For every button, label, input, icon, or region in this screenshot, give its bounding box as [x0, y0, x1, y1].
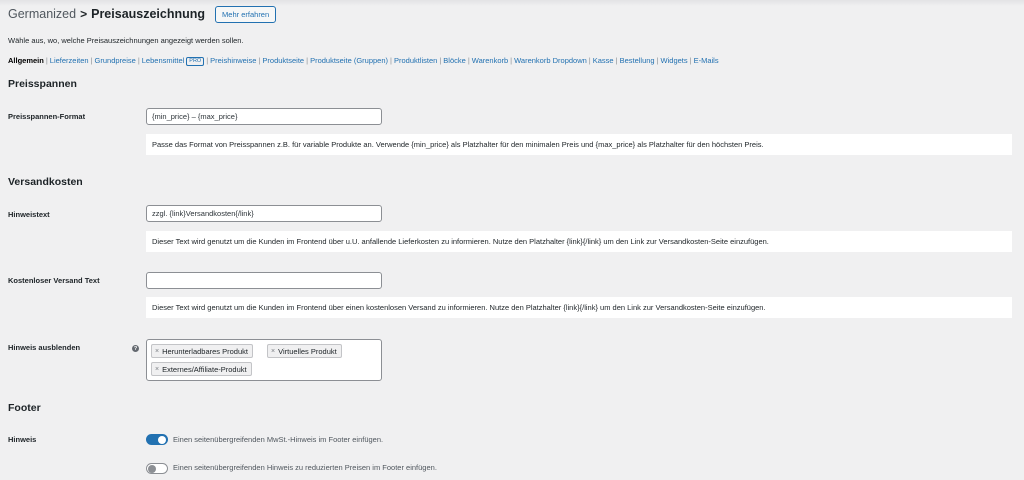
description-text: Passe das Format von Preisspannen z.B. f…	[152, 140, 764, 149]
subnav-item-blöcke[interactable]: Blöcke	[443, 56, 466, 65]
subnav-separator: |	[615, 56, 618, 66]
shipping-notice-description: Dieser Text wird genutzt um die Kunden i…	[146, 231, 1012, 252]
subnav-separator: |	[306, 56, 309, 66]
price-range-format-description: Passe das Format von Preisspannen z.B. f…	[146, 134, 1012, 155]
subnav-item-label: Kasse	[592, 56, 614, 66]
subnav-item-label: Warenkorb Dropdown	[514, 56, 587, 66]
toggle-knob	[148, 464, 156, 473]
subnav-item-produktseite[interactable]: Produktseite	[262, 56, 304, 65]
subnav-item-label: Produktseite (Gruppen)	[310, 56, 389, 66]
subnav-item-label: E-Mails	[693, 56, 719, 66]
subnav-separator: |	[588, 56, 591, 66]
subnav-item-bestellung[interactable]: Bestellung	[620, 56, 655, 65]
settings-subnav: Allgemein | Lieferzeiten | Grundpreise | Leben…	[8, 56, 719, 66]
subnav-item-label: Lebensmittel	[141, 56, 185, 65]
section-title-footer: Footer	[8, 402, 41, 414]
vat-notice-toggle[interactable]	[146, 434, 168, 445]
vat-notice-toggle-label: Einen seitenübergreifenden MwSt.-Hinweis…	[173, 435, 384, 444]
price-range-format-label: Preisspannen-Format	[8, 112, 86, 121]
page-title: Preisauszeichnung	[91, 7, 206, 21]
help-icon[interactable]: ?	[132, 345, 139, 352]
subnav-item-warenkorb-dropdown[interactable]: Warenkorb Dropdown	[514, 56, 587, 65]
subnav-item-lebensmittel[interactable]: Lebensmittel PRO	[141, 56, 205, 66]
subnav-item-produktseite-gruppen[interactable]: Produktseite (Gruppen)	[310, 56, 388, 65]
subnav-item-allgemein[interactable]: Allgemein	[8, 56, 44, 65]
description-text: Dieser Text wird genutzt um die Kunden i…	[152, 303, 766, 312]
selected-tag[interactable]: × Virtuelles Produkt	[267, 344, 342, 358]
subnav-item-label: Blöcke	[443, 56, 466, 66]
subnav-item-widgets[interactable]: Widgets	[661, 56, 688, 65]
learn-more-button[interactable]: Mehr erfahren	[215, 5, 277, 23]
tag-label: Externes/Affiliate-Produkt	[162, 364, 247, 374]
selected-tag[interactable]: × Externes/Affiliate-Produkt	[151, 362, 252, 376]
subnav-item-produktlisten[interactable]: Produktlisten	[394, 56, 437, 65]
hide-notice-label: Hinweis ausblenden	[8, 343, 81, 352]
subnav-item-label: Widgets	[660, 56, 688, 66]
subnav-item-label: Produktseite	[262, 56, 305, 66]
remove-tag-icon[interactable]: ×	[271, 348, 275, 355]
subnav-item-warenkorb[interactable]: Warenkorb	[472, 56, 508, 65]
subnav-separator: |	[510, 56, 513, 66]
pro-badge: PRO	[186, 56, 205, 66]
subnav-separator: |	[137, 56, 140, 66]
reduced-price-notice-toggle-label: Einen seitenübergreifenden Hinweis zu re…	[173, 463, 437, 472]
tag-label: Virtuelles Produkt	[278, 346, 337, 356]
subnav-item-label: Preishinweise	[210, 56, 257, 66]
description-text: Dieser Text wird genutzt um die Kunden i…	[152, 237, 769, 246]
section-title-price-range: Preisspannen	[8, 78, 77, 90]
shipping-notice-input[interactable]	[146, 205, 382, 222]
hide-notice-multiselect[interactable]: × Herunterladbares Produkt × Virtuelles …	[146, 339, 382, 381]
breadcrumb-parent[interactable]: Germanized	[8, 7, 76, 21]
free-shipping-text-input[interactable]	[146, 272, 382, 289]
section-title-shipping: Versandkosten	[8, 176, 83, 188]
tag-label: Herunterladbares Produkt	[162, 346, 248, 356]
subnav-separator: |	[206, 56, 209, 66]
page-header: Germanized > Preisauszeichnung Mehr erfa…	[8, 5, 277, 23]
subnav-item-label: Grundpreise	[94, 56, 136, 66]
selected-tag[interactable]: × Herunterladbares Produkt	[151, 344, 253, 358]
subnav-item-e-mails[interactable]: E-Mails	[694, 56, 719, 65]
remove-tag-icon[interactable]: ×	[155, 366, 159, 373]
free-shipping-text-description: Dieser Text wird genutzt um die Kunden i…	[146, 297, 1012, 318]
intro-text: Wähle aus, wo, welche Preisauszeichnunge…	[8, 36, 244, 45]
subnav-item-lieferzeiten[interactable]: Lieferzeiten	[50, 56, 89, 65]
remove-tag-icon[interactable]: ×	[155, 348, 159, 355]
footer-notice-label: Hinweis	[8, 435, 37, 444]
subnav-item-label: Lieferzeiten	[49, 56, 89, 66]
subnav-separator: |	[467, 56, 470, 66]
subnav-item-label: Warenkorb	[471, 56, 509, 66]
subnav-item-grundpreise[interactable]: Grundpreise	[95, 56, 136, 65]
free-shipping-text-label: Kostenloser Versand Text	[8, 276, 100, 285]
subnav-separator: |	[689, 56, 692, 66]
subnav-item-label: Produktlisten	[393, 56, 438, 66]
price-range-format-input[interactable]	[146, 108, 382, 125]
subnav-item-preishinweise[interactable]: Preishinweise	[210, 56, 256, 65]
shipping-notice-label: Hinweistext	[8, 210, 50, 219]
subnav-item-kasse[interactable]: Kasse	[593, 56, 614, 65]
subnav-item-label: Bestellung	[619, 56, 655, 66]
subnav-separator: |	[439, 56, 442, 66]
subnav-separator: |	[258, 56, 261, 66]
subnav-separator: |	[656, 56, 659, 66]
subnav-separator: |	[45, 56, 48, 66]
toggle-knob	[158, 435, 166, 444]
reduced-price-notice-toggle[interactable]	[146, 463, 168, 474]
subnav-item-label: Allgemein	[8, 56, 44, 66]
subnav-separator: |	[90, 56, 93, 66]
breadcrumb-separator-icon: >	[80, 7, 88, 21]
subnav-separator: |	[390, 56, 392, 66]
